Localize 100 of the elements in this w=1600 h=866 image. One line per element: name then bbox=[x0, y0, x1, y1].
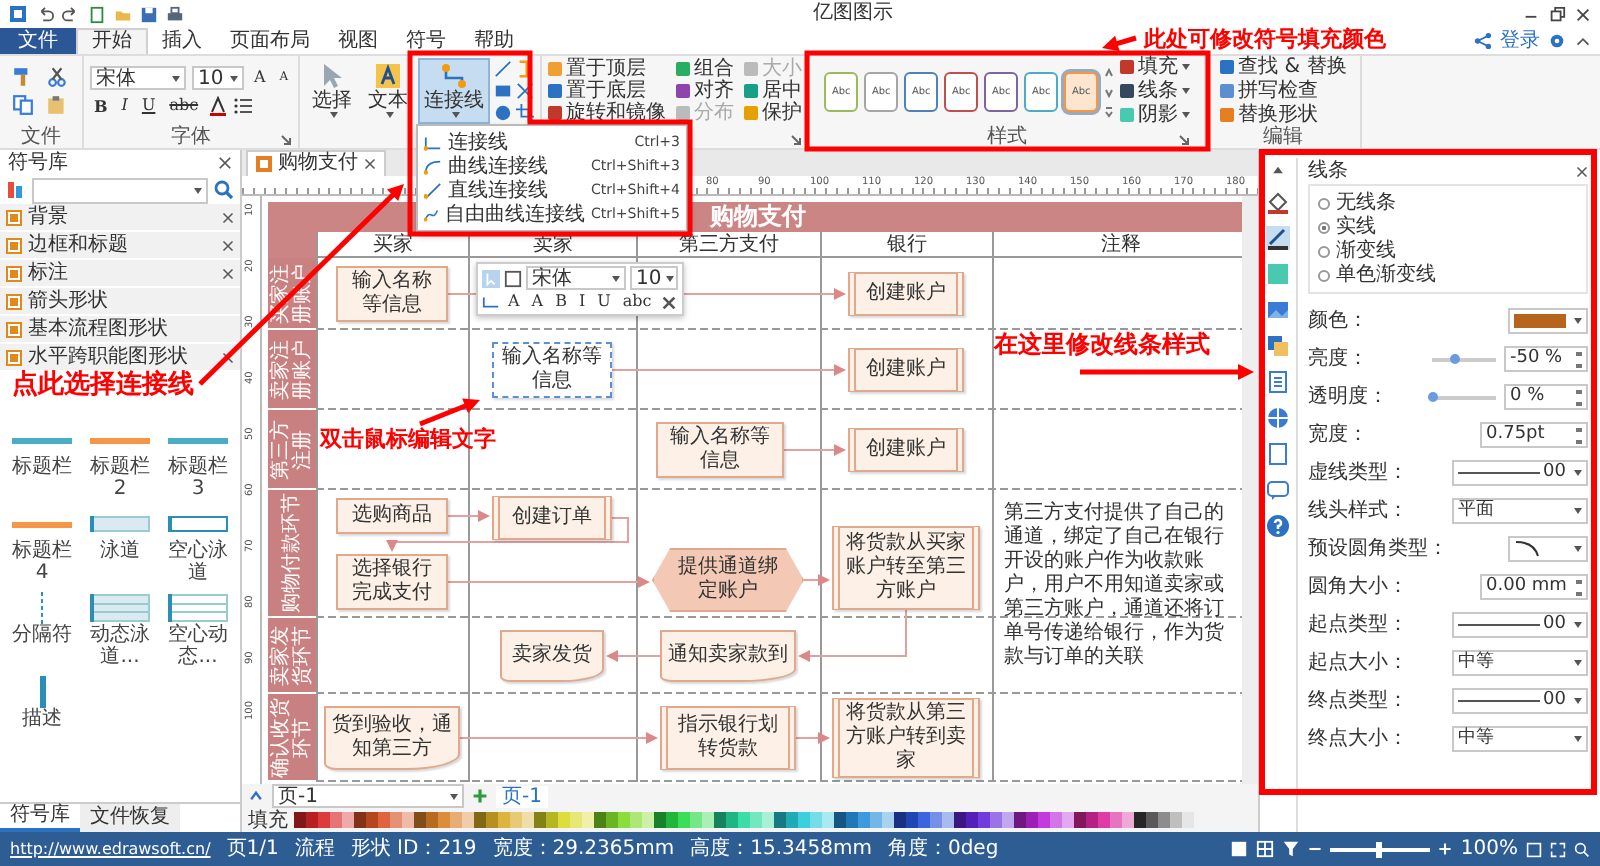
collapse-icon[interactable] bbox=[1574, 32, 1592, 50]
menu-tab[interactable]: 符号 bbox=[392, 28, 460, 54]
search-icon[interactable] bbox=[1574, 841, 1590, 857]
shape-item[interactable]: 描述 bbox=[4, 676, 80, 730]
slider-thumb[interactable] bbox=[1428, 391, 1438, 401]
edit-button[interactable]: 拼写检查 bbox=[1220, 80, 1319, 102]
font-size-button[interactable]: A bbox=[250, 68, 270, 88]
shape-style-icon[interactable] bbox=[504, 269, 522, 287]
menu-tab[interactable]: 插入 bbox=[148, 28, 216, 54]
save-icon[interactable] bbox=[140, 5, 158, 23]
line-type-select[interactable]: 00 bbox=[1452, 688, 1588, 714]
menu-tab[interactable]: 帮助 bbox=[460, 28, 528, 54]
select-field[interactable]: 中等 bbox=[1452, 650, 1588, 676]
page-select-field[interactable]: 页-1 bbox=[272, 784, 464, 808]
comment-icon[interactable] bbox=[1266, 478, 1290, 502]
add-icon[interactable] bbox=[472, 788, 488, 804]
text-format-button[interactable]: I bbox=[117, 96, 132, 116]
spin-field[interactable]: 0.75pt bbox=[1480, 422, 1588, 448]
fill-icon[interactable] bbox=[1266, 190, 1290, 214]
slider-thumb[interactable] bbox=[1449, 353, 1460, 363]
shape-item[interactable]: 空心动态... bbox=[160, 592, 236, 668]
document-icon[interactable] bbox=[1266, 370, 1290, 394]
globe-icon[interactable] bbox=[1266, 406, 1290, 430]
text-format-button[interactable]: B bbox=[551, 292, 571, 312]
library-item[interactable]: 基本流程图形状 bbox=[0, 316, 240, 344]
style-option-button[interactable]: 填充 bbox=[1120, 56, 1191, 78]
panel-tab[interactable]: 符号库 bbox=[0, 804, 80, 832]
dialog-launcher-icon[interactable] bbox=[1178, 134, 1191, 146]
shape-item[interactable]: 动态泳道... bbox=[82, 592, 158, 668]
line-style-icon[interactable] bbox=[1266, 226, 1290, 250]
shape-item[interactable]: 泳道 bbox=[82, 508, 158, 584]
style-option-button[interactable]: 阴影 bbox=[1120, 104, 1191, 126]
restore-icon[interactable] bbox=[1548, 5, 1566, 23]
arrange-button[interactable]: 居中 bbox=[744, 80, 803, 102]
shape-item[interactable]: 标题栏 4 bbox=[4, 508, 80, 584]
select-field[interactable]: 平面 bbox=[1452, 498, 1588, 524]
text-format-button[interactable]: U bbox=[137, 96, 160, 116]
layers-icon[interactable] bbox=[1266, 334, 1290, 358]
scroll-up-icon[interactable] bbox=[1270, 162, 1286, 178]
menu-tab[interactable]: 文件 bbox=[0, 28, 76, 54]
corner-type-select[interactable] bbox=[1508, 536, 1588, 562]
menu-tab[interactable]: 视图 bbox=[324, 28, 392, 54]
help-icon[interactable] bbox=[1266, 514, 1290, 538]
select-field[interactable]: 中等 bbox=[1452, 726, 1588, 752]
new-file-icon[interactable] bbox=[88, 5, 106, 23]
tool-button[interactable]: 选择 bbox=[306, 58, 359, 124]
funnel-icon[interactable] bbox=[1282, 840, 1301, 858]
fullscreen-icon[interactable] bbox=[1550, 841, 1566, 857]
copy-icon[interactable] bbox=[12, 94, 34, 116]
cut-icon[interactable] bbox=[46, 66, 68, 88]
spin-field[interactable]: -50 % bbox=[1504, 346, 1588, 372]
text-format-button[interactable]: U bbox=[593, 292, 615, 312]
crop-icon[interactable] bbox=[516, 104, 535, 122]
arrange-button[interactable]: 置于底层 bbox=[548, 80, 667, 102]
zoom-in-icon[interactable] bbox=[1438, 842, 1453, 856]
shape-item[interactable]: 标题栏 3 bbox=[160, 424, 236, 500]
login-link[interactable]: 登录 bbox=[1500, 29, 1540, 53]
print-icon[interactable] bbox=[166, 5, 184, 23]
color-palette[interactable] bbox=[294, 812, 1194, 828]
page-tab[interactable]: 页-1 bbox=[496, 785, 548, 807]
text-format-button[interactable]: I bbox=[574, 292, 590, 312]
page-view-icon[interactable] bbox=[1230, 840, 1249, 858]
bullet-list-icon[interactable] bbox=[234, 96, 255, 116]
font-size-field[interactable]: 10 bbox=[192, 66, 244, 90]
library-item[interactable]: 标注 bbox=[0, 260, 240, 288]
text-format-button[interactable]: A bbox=[504, 292, 524, 312]
tool-button[interactable]: 连接线 bbox=[418, 58, 491, 124]
menu-tab[interactable]: 开始 bbox=[76, 28, 148, 54]
edit-button[interactable]: 替换形状 bbox=[1220, 104, 1319, 126]
website-link[interactable]: http://www.edrawsoft.cn/ bbox=[10, 838, 211, 860]
vertical-scrollbar[interactable] bbox=[1242, 196, 1258, 784]
line-type-select[interactable]: 00 bbox=[1452, 612, 1588, 638]
arrange-button[interactable]: 对齐 bbox=[676, 80, 735, 102]
share-icon[interactable] bbox=[1474, 32, 1492, 50]
close-icon[interactable] bbox=[222, 267, 234, 279]
line-type-radio[interactable]: 实线 bbox=[1318, 216, 1578, 238]
color-picker[interactable] bbox=[1508, 308, 1588, 334]
library-item[interactable]: 背景 bbox=[0, 204, 240, 232]
shape-item[interactable]: 标题栏 bbox=[4, 424, 80, 500]
line-type-radio[interactable]: 无线条 bbox=[1318, 192, 1578, 214]
panel-tab[interactable]: 文件恢复 bbox=[80, 804, 180, 832]
settings-icon[interactable] bbox=[1548, 32, 1566, 50]
library-item[interactable]: 箭头形状 bbox=[0, 288, 240, 316]
close-icon[interactable] bbox=[364, 158, 376, 170]
font-color-icon[interactable] bbox=[208, 96, 229, 116]
close-icon[interactable] bbox=[222, 239, 234, 251]
document-tab[interactable]: 购物支付 bbox=[246, 150, 386, 176]
dialog-launcher-icon[interactable] bbox=[790, 134, 803, 146]
menu-tab[interactable]: 页面布局 bbox=[216, 28, 324, 54]
library-item[interactable]: 水平跨职能图形状 bbox=[0, 344, 240, 372]
line-icon[interactable] bbox=[494, 60, 513, 78]
font-family-field[interactable]: 宋体 bbox=[90, 66, 186, 90]
text-format-button[interactable]: B bbox=[90, 96, 112, 116]
spin-field[interactable]: 0.00 mm bbox=[1480, 574, 1588, 600]
zoom-out-icon[interactable] bbox=[1308, 842, 1323, 856]
dialog-launcher-icon[interactable] bbox=[280, 134, 293, 146]
edit-button[interactable]: 查找 & 替换 bbox=[1220, 56, 1347, 78]
tool-button[interactable]: 文本 bbox=[362, 58, 415, 124]
circle-icon[interactable] bbox=[494, 104, 513, 122]
library-icon[interactable] bbox=[6, 180, 26, 200]
